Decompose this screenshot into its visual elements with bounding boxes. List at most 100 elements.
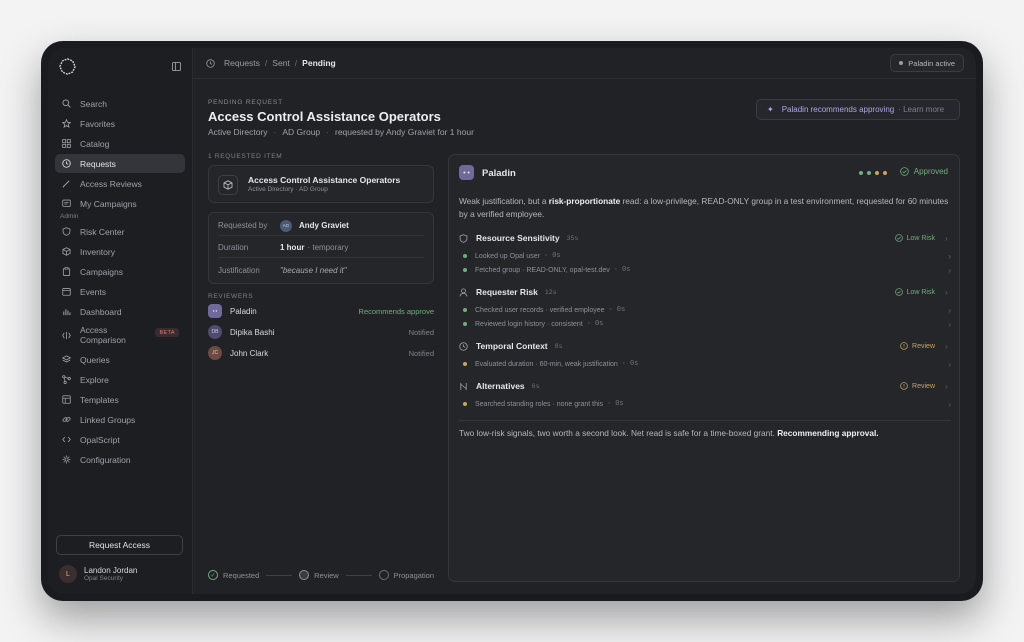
nav-opalscript[interactable]: OpalScript bbox=[55, 430, 185, 449]
badge-label: Review bbox=[912, 382, 935, 390]
badge-label: Low Risk bbox=[906, 234, 935, 242]
paladin-summary: Weak justification, but a risk-proportio… bbox=[459, 195, 951, 221]
divider bbox=[459, 420, 951, 421]
star-icon bbox=[62, 119, 71, 128]
nav-access-comparison[interactable]: Access Comparison BETA bbox=[55, 324, 185, 347]
analysis-step[interactable]: Reviewed login history · consistent · 0s › bbox=[463, 318, 951, 330]
user-org: Opal Security bbox=[84, 575, 124, 582]
step-text: Looked up Opal user bbox=[475, 252, 540, 260]
requested-item-card[interactable]: Access Control Assistance Operators Acti… bbox=[208, 165, 434, 203]
group-duration: 12s bbox=[544, 288, 557, 296]
paladin-avatar-icon bbox=[459, 165, 474, 180]
risk-badge: Low Risk bbox=[894, 288, 935, 296]
nav-requests[interactable]: Requests bbox=[55, 154, 185, 173]
justification-label: Justification bbox=[218, 265, 260, 275]
group-title: Requester Risk bbox=[476, 287, 538, 297]
summary-emphasis: risk-proportionate bbox=[548, 196, 621, 206]
step-text: Fetched group · READ-ONLY, opal-test.dev bbox=[475, 266, 610, 274]
search-icon bbox=[62, 99, 71, 108]
justification-value: "because I need it" bbox=[280, 265, 347, 275]
badge-label: Review bbox=[912, 342, 935, 350]
item-subtitle: Active Directory · AD Group bbox=[248, 186, 328, 193]
check-circle-icon bbox=[894, 288, 903, 296]
nav-templates[interactable]: Templates bbox=[55, 390, 185, 409]
status-dot-icon bbox=[463, 362, 467, 366]
analysis-step[interactable]: Checked user records · verified employee… bbox=[463, 304, 951, 316]
request-access-button[interactable]: Request Access bbox=[56, 535, 183, 555]
chevron-right-icon: › bbox=[948, 319, 951, 329]
nav-dashboard[interactable]: Dashboard bbox=[55, 302, 185, 321]
group-title: Temporal Context bbox=[476, 341, 548, 351]
group-title: Alternatives bbox=[476, 381, 525, 391]
paladin-recommendation-banner[interactable]: ✦ Paladin recommends approving · Learn m… bbox=[756, 99, 960, 120]
analysis-group-header[interactable]: Alternatives 6s Review › bbox=[459, 379, 951, 393]
device-frame: Search Favorites Catalog Requests Access… bbox=[41, 41, 983, 601]
analysis-step[interactable]: Searched standing roles · none grant thi… bbox=[463, 398, 951, 410]
analysis-step[interactable]: Evaluated duration · 60-min, weak justif… bbox=[463, 358, 951, 370]
reviewer-row[interactable]: JC John Clark Notified bbox=[208, 345, 434, 361]
nav-label: My Campaigns bbox=[80, 198, 137, 209]
analysis-group-header[interactable]: Resource Sensitivity 35s Low Risk › bbox=[459, 231, 951, 245]
breadcrumb-requests[interactable]: Requests bbox=[224, 58, 260, 68]
nav-label: Dashboard bbox=[80, 306, 122, 317]
review-badge: Review bbox=[900, 342, 935, 350]
avatar: DB bbox=[208, 325, 222, 339]
conclusion-text: Two low-risk signals, two worth a second… bbox=[459, 428, 778, 438]
learn-more-link[interactable]: · Learn more bbox=[898, 105, 944, 114]
analysis-step[interactable]: Fetched group · READ-ONLY, opal-test.dev… bbox=[463, 264, 951, 276]
user-avatar[interactable]: L bbox=[59, 565, 77, 583]
summary-text: Weak justification, but a bbox=[459, 196, 549, 206]
check-icon: ✓ bbox=[208, 570, 218, 580]
analysis-step[interactable]: Looked up Opal user · 0s › bbox=[463, 250, 951, 262]
nav-risk-center[interactable]: Risk Center bbox=[55, 222, 185, 241]
top-bar: Requests / Sent / Pending Paladin active bbox=[193, 48, 976, 79]
paladin-panel: Paladin Approved Weak justification, but… bbox=[448, 154, 960, 582]
nav-favorites[interactable]: Favorites bbox=[55, 114, 185, 133]
nav-label: Explore bbox=[80, 374, 109, 385]
analysis-group-header[interactable]: Requester Risk 12s Low Risk › bbox=[459, 285, 951, 299]
analysis-group-header[interactable]: Temporal Context 8s Review › bbox=[459, 339, 951, 353]
paladin-name: Paladin bbox=[482, 168, 516, 179]
reviewer-name: John Clark bbox=[230, 348, 269, 358]
grid-icon bbox=[62, 139, 71, 148]
status-dot-icon bbox=[463, 402, 467, 406]
reviewer-row[interactable]: DB Dipika Bashi Notified bbox=[208, 324, 434, 340]
nav-search[interactable]: Search bbox=[55, 94, 185, 113]
bar-chart-icon bbox=[63, 309, 71, 316]
nav-explore[interactable]: Explore bbox=[55, 370, 185, 389]
nav-configuration[interactable]: Configuration bbox=[55, 450, 185, 469]
chevron-right-icon: › bbox=[948, 251, 951, 261]
signal-dot bbox=[859, 171, 863, 175]
status-dot-icon bbox=[463, 308, 467, 312]
subtitle-type: AD Group bbox=[282, 127, 321, 137]
requested-by-label: Requested by bbox=[218, 221, 268, 230]
nav-my-campaigns[interactable]: My Campaigns bbox=[55, 194, 185, 213]
sidebar-collapse-icon[interactable] bbox=[172, 62, 181, 71]
nav-linked-groups[interactable]: Linked Groups bbox=[55, 410, 185, 429]
nav-inventory[interactable]: Inventory bbox=[55, 242, 185, 261]
chevron-right-icon: › bbox=[945, 287, 948, 297]
reviewer-row[interactable]: Paladin Recommends approve bbox=[208, 303, 434, 319]
shield-icon bbox=[459, 233, 468, 243]
opal-logo-icon[interactable] bbox=[59, 58, 76, 75]
nav-catalog[interactable]: Catalog bbox=[55, 134, 185, 153]
breadcrumb-sent[interactable]: Sent bbox=[272, 58, 290, 68]
duration-value: 1 hour bbox=[280, 243, 305, 252]
badge-label: Low Risk bbox=[906, 288, 935, 296]
requester-name[interactable]: Andy Graviet bbox=[299, 221, 349, 230]
paladin-active-badge[interactable]: Paladin active bbox=[890, 54, 964, 72]
layers-icon bbox=[62, 355, 71, 363]
page-subtitle: Active Directory · AD Group · requested by A… bbox=[208, 127, 474, 137]
box-icon bbox=[218, 175, 238, 195]
nav-queries[interactable]: Queries bbox=[55, 350, 185, 369]
signal-dot bbox=[875, 171, 879, 175]
chevron-right-icon: › bbox=[945, 381, 948, 391]
nav-label: Inventory bbox=[80, 246, 115, 257]
sparkle-icon: ✦ bbox=[767, 105, 774, 114]
alert-circle-icon bbox=[900, 382, 908, 390]
nav-access-reviews[interactable]: Access Reviews bbox=[55, 174, 185, 193]
nav-campaigns[interactable]: Campaigns bbox=[55, 262, 185, 281]
nav-events[interactable]: Events bbox=[55, 282, 185, 301]
paladin-conclusion: Two low-risk signals, two worth a second… bbox=[459, 428, 951, 438]
user-name: Landon Jordan bbox=[84, 566, 138, 575]
